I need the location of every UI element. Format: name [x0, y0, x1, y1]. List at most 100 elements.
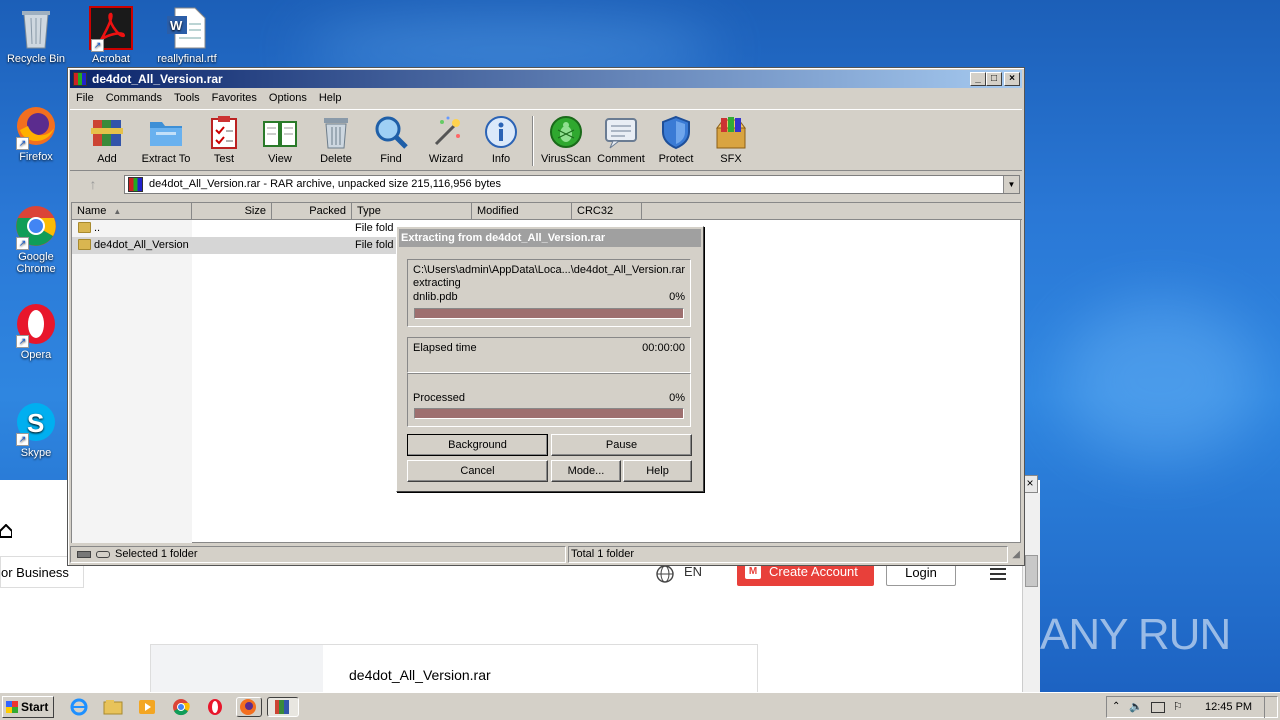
language-label[interactable]: EN — [684, 564, 702, 579]
rar-archive-icon — [128, 177, 143, 192]
svg-text:W: W — [170, 18, 183, 33]
toolbar-info-button[interactable]: Info — [471, 114, 531, 165]
help-button[interactable]: Help — [623, 460, 692, 482]
winrar-app-icon — [73, 72, 87, 86]
opera-taskbar-icon[interactable] — [204, 697, 226, 717]
toolbar-extract-to-button[interactable]: Extract To — [136, 114, 196, 165]
media-player-taskbar-icon[interactable] — [136, 697, 158, 717]
desktop-icon-skype[interactable]: S ↗ Skype — [3, 400, 69, 459]
column-size[interactable]: Size — [192, 203, 272, 220]
toolbar-separator — [532, 116, 534, 166]
menu-help[interactable]: Help — [313, 89, 348, 104]
add-archive-icon — [89, 114, 125, 150]
toolbar-add-label: Add — [97, 153, 117, 165]
toolbar-wizard-label: Wizard — [428, 153, 464, 165]
action-center-flag-icon[interactable]: ⚐ — [1173, 697, 1183, 717]
toolbar-sfx-button[interactable]: SFX — [701, 114, 761, 165]
pause-button[interactable]: Pause — [551, 434, 692, 456]
tray-expand-icon[interactable]: ⌃ — [1112, 697, 1120, 717]
desktop-icon-firefox[interactable]: ↗ Firefox — [3, 104, 69, 163]
shortcut-arrow-icon: ↗ — [16, 237, 29, 250]
list-item-selected[interactable]: de4dot_All_Version File fold — [72, 237, 402, 254]
desktop-icon-recycle-bin[interactable]: Recycle Bin — [3, 6, 69, 65]
item-type: File fold — [355, 239, 394, 251]
address-field[interactable]: de4dot_All_Version.rar - RAR archive, un… — [124, 175, 1020, 194]
desktop-icon-acrobat[interactable]: ↗ Acrobat — [78, 6, 144, 65]
column-modified[interactable]: Modified — [472, 203, 572, 220]
up-folder-button[interactable]: ↑ — [78, 176, 108, 194]
cancel-button[interactable]: Cancel — [407, 460, 548, 482]
toolbar-virusscan-button[interactable]: VirusScan — [536, 114, 596, 165]
status-right-text: Total 1 folder — [571, 548, 634, 560]
shield-icon — [658, 114, 694, 150]
maximize-button[interactable]: □ — [986, 72, 1002, 86]
toolbar-extract-to-label: Extract To — [141, 153, 191, 165]
menu-file[interactable]: File — [70, 89, 100, 104]
scrollbar-thumb[interactable] — [1025, 555, 1038, 587]
magic-wand-icon — [428, 114, 464, 150]
column-crc32[interactable]: CRC32 — [572, 203, 642, 220]
list-left-pane — [72, 220, 192, 543]
drive-icon[interactable] — [77, 551, 91, 558]
menu-tools[interactable]: Tools — [168, 89, 206, 104]
volume-icon[interactable]: 🔈 — [1129, 697, 1143, 717]
minimize-button[interactable]: _ — [970, 72, 986, 86]
desktop-icon-label: Google Chrome — [16, 251, 56, 275]
toolbar-comment-button[interactable]: Comment — [591, 114, 651, 165]
create-account-label: Create Account — [769, 564, 858, 579]
menu-favorites[interactable]: Favorites — [206, 89, 263, 104]
clock[interactable]: 12:45 PM — [1205, 697, 1252, 717]
network-icon[interactable] — [1151, 702, 1165, 713]
column-packed[interactable]: Packed — [272, 203, 352, 220]
virus-scan-icon — [548, 114, 584, 150]
file-card-title: de4dot_All_Version.rar — [349, 667, 491, 683]
menu-options[interactable]: Options — [263, 89, 313, 104]
firefox-taskbar-icon[interactable] — [236, 697, 262, 717]
toolbar-info-label: Info — [491, 153, 511, 165]
desktop-icon-label: Firefox — [19, 151, 53, 163]
toolbar-protect-button[interactable]: Protect — [646, 114, 706, 165]
desktop-icon-reallyfinal[interactable]: W reallyfinal.rtf — [154, 6, 220, 65]
toolbar-wizard-button[interactable]: Wizard — [416, 114, 476, 165]
desktop-icon-label: Opera — [20, 349, 52, 361]
winrar-title: de4dot_All_Version.rar — [92, 72, 223, 86]
winrar-titlebar[interactable]: de4dot_All_Version.rar _ □ × — [70, 70, 1022, 88]
test-clipboard-icon — [206, 114, 242, 150]
background-button[interactable]: Background — [407, 434, 548, 456]
comment-icon — [603, 114, 639, 150]
globe-icon[interactable] — [655, 564, 677, 583]
resize-grip-icon[interactable]: ◢ — [1012, 549, 1020, 560]
file-progress-bar — [414, 308, 684, 319]
start-label: Start — [21, 700, 49, 714]
toolbar-add-button[interactable]: Add — [77, 114, 137, 165]
chrome-taskbar-icon[interactable] — [170, 697, 192, 717]
extract-dialog: Extracting from de4dot_All_Version.rar C… — [396, 226, 704, 492]
desktop-icon-chrome[interactable]: ↗ Google Chrome — [3, 204, 69, 275]
column-type[interactable]: Type — [352, 203, 472, 220]
hamburger-menu-icon[interactable] — [990, 568, 1006, 580]
start-button[interactable]: Start — [2, 696, 54, 718]
desktop-icon-opera[interactable]: ↗ Opera — [3, 302, 69, 361]
close-button[interactable]: × — [1004, 72, 1020, 86]
toolbar-test-button[interactable]: Test — [194, 114, 254, 165]
column-name[interactable]: Name ▲ — [72, 203, 192, 220]
chevron-down-icon[interactable]: ▼ — [1003, 176, 1019, 193]
taskbar: Start ⌃ 🔈 ⚐ 12:45 PM — [0, 692, 1280, 720]
toolbar-delete-button[interactable]: Delete — [306, 114, 366, 165]
opera-icon: ↗ — [14, 302, 58, 348]
explorer-taskbar-icon[interactable] — [102, 697, 124, 717]
ie-taskbar-icon[interactable] — [68, 697, 90, 717]
show-desktop-button[interactable] — [1264, 696, 1276, 718]
menu-commands[interactable]: Commands — [100, 89, 168, 104]
folder-icon — [78, 239, 91, 250]
toolbar-view-button[interactable]: View — [250, 114, 310, 165]
address-row: ↑ de4dot_All_Version.rar - RAR archive, … — [70, 173, 1022, 197]
dialog-title[interactable]: Extracting from de4dot_All_Version.rar — [399, 229, 701, 247]
mode-button[interactable]: Mode... — [551, 460, 621, 482]
home-icon[interactable] — [0, 523, 13, 540]
toolbar-find-button[interactable]: Find — [361, 114, 421, 165]
key-icon[interactable] — [96, 551, 110, 558]
anyrun-watermark: ANY RUN — [1040, 610, 1231, 659]
winrar-taskbar-button[interactable] — [267, 697, 299, 717]
mail-icon: M — [745, 565, 761, 579]
